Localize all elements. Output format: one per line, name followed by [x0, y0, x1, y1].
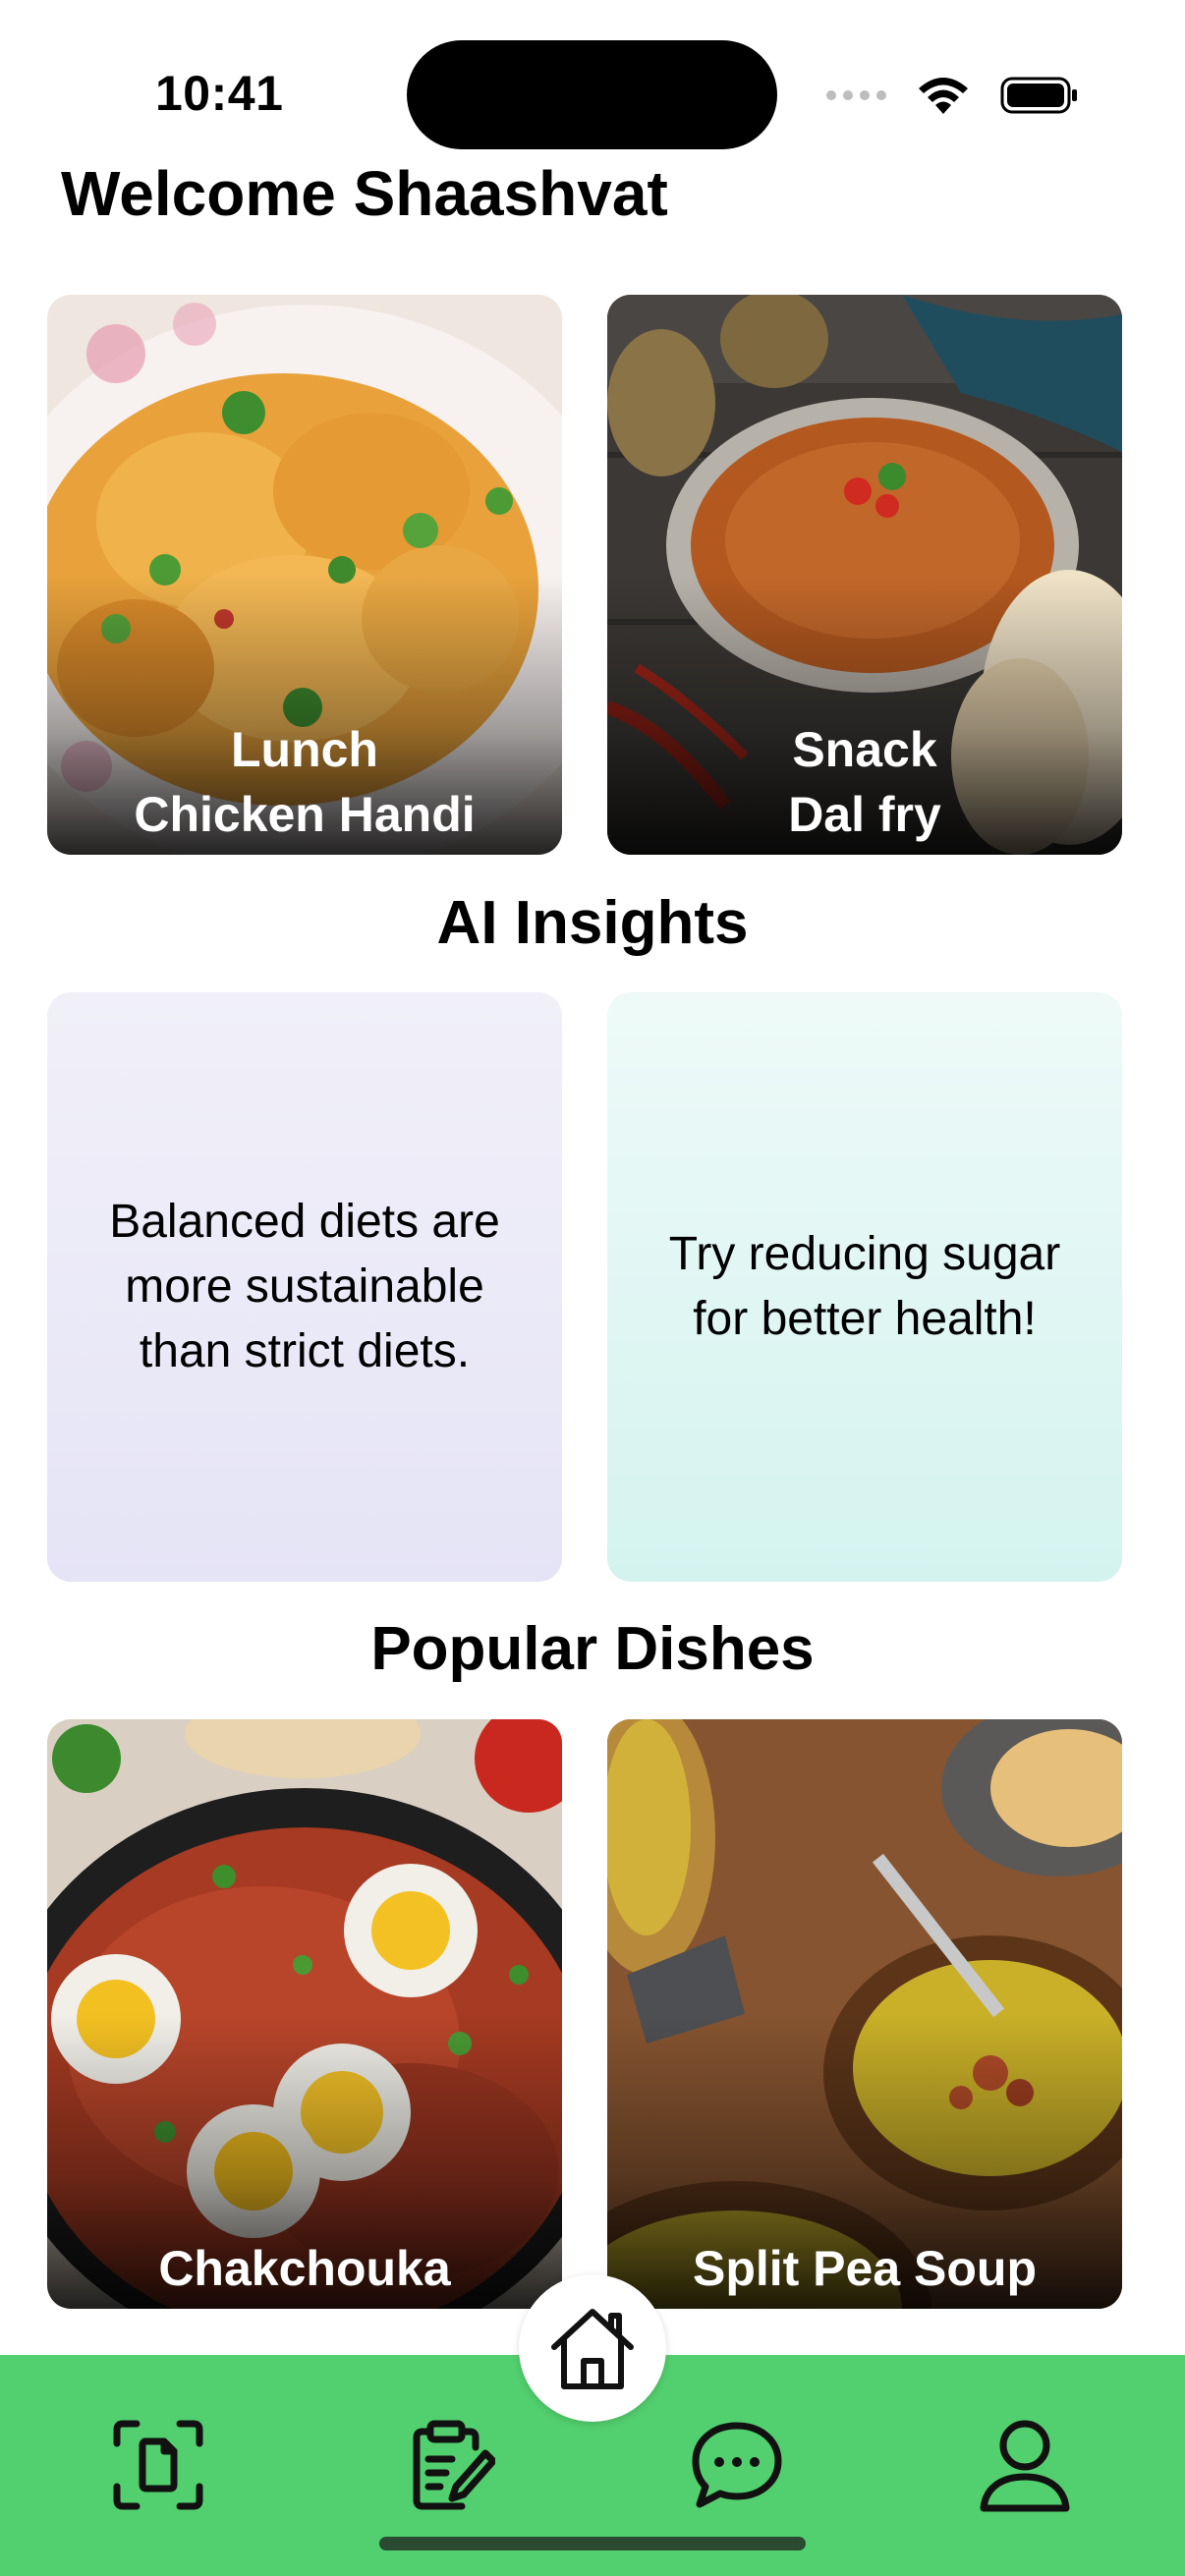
meal-caption: Snack Dal fry — [607, 717, 1122, 847]
dish-caption: Chakchouka — [47, 2236, 562, 2301]
insight-card: Try reducing sugar for better health! — [607, 992, 1122, 1582]
meal-dish-label: Chicken Handi — [134, 787, 476, 842]
dish-card-chakchouka[interactable]: Chakchouka — [47, 1719, 562, 2309]
dish-caption: Split Pea Soup — [607, 2236, 1122, 2301]
chat-bubble-icon[interactable] — [688, 2416, 786, 2514]
ai-insights-title: AI Insights — [436, 889, 749, 957]
popular-dishes-title: Popular Dishes — [370, 1615, 815, 1683]
insight-text: Try reducing sugar for better health! — [668, 1228, 1061, 1345]
meal-type-label: Lunch — [231, 722, 378, 777]
home-icon — [551, 2309, 634, 2389]
clipboard-edit-icon[interactable] — [399, 2416, 497, 2514]
profile-icon[interactable] — [976, 2416, 1074, 2514]
insight-card: Balanced diets are more sustainable than… — [47, 992, 562, 1582]
status-icons — [826, 75, 1079, 116]
insight-text: Balanced diets are more sustainable than… — [109, 1196, 500, 1377]
dynamic-island — [407, 40, 777, 149]
battery-icon — [1000, 77, 1077, 114]
status-time: 10:41 — [155, 66, 284, 121]
welcome-heading: Welcome Shaashvat — [61, 158, 668, 229]
meal-dish-label: Dal fry — [788, 787, 941, 842]
dish-name-label: Chakchouka — [158, 2241, 451, 2296]
meal-card-snack[interactable]: Snack Dal fry — [607, 295, 1122, 855]
dish-name-label: Split Pea Soup — [692, 2241, 1038, 2296]
dish-card-split-pea-soup[interactable]: Split Pea Soup — [607, 1719, 1122, 2309]
meal-type-label: Snack — [792, 722, 937, 777]
home-button[interactable] — [519, 2274, 666, 2422]
meal-card-lunch[interactable]: Lunch Chicken Handi — [47, 295, 562, 855]
scan-document-icon[interactable] — [109, 2416, 207, 2514]
wifi-icon — [919, 78, 968, 114]
signal-dots-icon — [826, 90, 886, 100]
meal-caption: Lunch Chicken Handi — [47, 717, 562, 847]
home-indicator — [379, 2537, 806, 2550]
home-screen: 10:41 Welcome Shaashvat Lunch Chicken Ha… — [0, 0, 1185, 2576]
